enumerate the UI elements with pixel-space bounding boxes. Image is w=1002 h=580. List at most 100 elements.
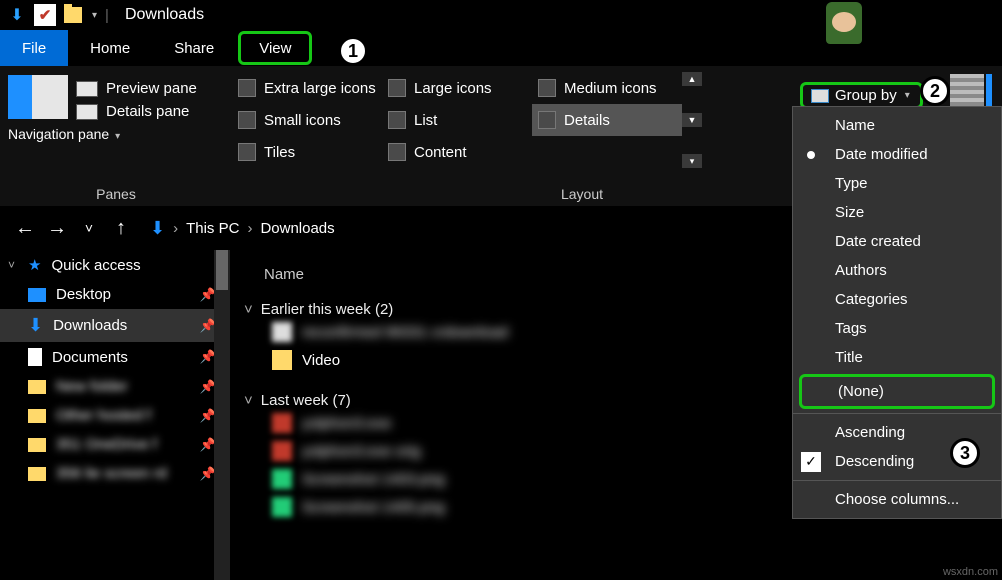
- radio-selected-icon: [807, 151, 815, 159]
- qat-icon[interactable]: ✔: [34, 4, 56, 26]
- group-by-tags[interactable]: Tags: [793, 314, 1001, 343]
- layout-large-icons[interactable]: Large icons: [382, 72, 532, 104]
- layout-scroll-down[interactable]: ▼: [682, 113, 702, 127]
- sidebar-item[interactable]: 356 lie screen rd📌: [0, 459, 230, 488]
- layout-content[interactable]: Content: [382, 136, 532, 168]
- annotation-2: 2: [920, 76, 950, 106]
- sidebar-item[interactable]: 351 OneDrive f📌: [0, 430, 230, 459]
- preview-pane-icon: [76, 81, 98, 97]
- file-icon: [272, 469, 292, 489]
- checkmark-icon: ✓: [801, 452, 821, 472]
- recent-locations-button[interactable]: ˅: [78, 220, 100, 236]
- layout-xl-icons[interactable]: Extra large icons: [232, 72, 382, 104]
- annotation-1: 1: [338, 36, 368, 66]
- chevron-down-icon: ▾: [905, 90, 910, 101]
- group-by-button[interactable]: Group by ▾: [800, 82, 923, 109]
- medium-icons-icon: [538, 79, 556, 97]
- back-button[interactable]: ←: [14, 217, 36, 240]
- chevron-right-icon: ›: [247, 220, 252, 237]
- group-by-choose-columns[interactable]: Choose columns...: [793, 485, 1001, 514]
- window-title: Downloads: [125, 6, 204, 24]
- tab-view[interactable]: View: [238, 31, 312, 65]
- layout-tiles[interactable]: Tiles: [232, 136, 382, 168]
- sidebar-scrollbar[interactable]: [214, 250, 230, 580]
- qat-dropdown-icon[interactable]: ▾: [92, 10, 97, 21]
- details-icon: [538, 111, 556, 129]
- content-icon: [388, 143, 406, 161]
- layout-small-icons[interactable]: Small icons: [232, 104, 382, 136]
- tiles-icon: [238, 143, 256, 161]
- small-icons-icon: [238, 111, 256, 129]
- document-icon: [28, 348, 42, 366]
- preview-pane-button[interactable]: Preview pane: [76, 80, 224, 97]
- scrollbar-thumb[interactable]: [216, 250, 228, 290]
- details-pane-icon: [76, 104, 98, 120]
- list-icon: [388, 111, 406, 129]
- folder-icon: [272, 350, 292, 370]
- chevron-down-icon: ˅: [244, 392, 253, 409]
- panes-group-label: Panes: [8, 186, 224, 206]
- group-by-categories[interactable]: Categories: [793, 285, 1001, 314]
- group-by-name[interactable]: Name: [793, 111, 1001, 140]
- tab-share[interactable]: Share: [152, 30, 236, 66]
- up-button[interactable]: ↑: [110, 217, 132, 240]
- download-arrow-icon: ⬇: [150, 218, 165, 239]
- group-by-size[interactable]: Size: [793, 198, 1001, 227]
- chevron-right-icon: ›: [173, 220, 178, 237]
- large-icons-icon: [388, 79, 406, 97]
- file-icon: [272, 322, 292, 342]
- ribbon-group-panes: Preview pane Details pane Navigation pan…: [0, 66, 232, 206]
- chevron-down-icon: ▾: [115, 131, 120, 142]
- file-icon: [272, 497, 292, 517]
- folder-icon: [28, 380, 46, 394]
- xl-icons-icon: [238, 79, 256, 97]
- group-by-none[interactable]: (None): [799, 374, 995, 409]
- tab-home[interactable]: Home: [68, 30, 152, 66]
- navigation-pane-icon: [8, 75, 68, 119]
- menu-separator: [793, 413, 1001, 414]
- download-arrow-icon: ⬇: [10, 5, 23, 25]
- star-icon: ★: [28, 256, 41, 274]
- layout-medium-icons[interactable]: Medium icons: [532, 72, 682, 104]
- file-icon: [272, 441, 292, 461]
- folder-icon: [28, 409, 46, 423]
- quick-folder-icon[interactable]: [62, 4, 84, 26]
- folder-icon: [28, 438, 46, 452]
- chevron-down-icon: ˅: [244, 301, 253, 318]
- breadcrumb-downloads[interactable]: Downloads: [260, 220, 334, 237]
- watermark: wsxdn.com: [943, 566, 998, 578]
- download-arrow-icon: ⬇: [28, 315, 43, 336]
- layout-expand[interactable]: ▾: [682, 154, 702, 168]
- sidebar-quick-access[interactable]: ˅★Quick access: [0, 250, 230, 280]
- sidebar-documents[interactable]: Documents📌: [0, 342, 230, 372]
- annotation-3: 3: [950, 438, 980, 468]
- breadcrumb-this-pc[interactable]: This PC: [186, 220, 239, 237]
- sidebar-desktop[interactable]: Desktop📌: [0, 280, 230, 309]
- layout-scroll-up[interactable]: ▲: [682, 72, 702, 86]
- navigation-pane-button[interactable]: Navigation pane ▾: [8, 126, 224, 142]
- desktop-icon: [28, 288, 46, 302]
- avatar-icon: [826, 2, 862, 44]
- group-by-date-modified[interactable]: Date modified: [793, 140, 1001, 169]
- file-icon: [272, 413, 292, 433]
- sidebar-downloads[interactable]: ⬇Downloads📌: [0, 309, 230, 342]
- navigation-pane: ˅★Quick access Desktop📌 ⬇Downloads📌 Docu…: [0, 250, 230, 580]
- group-by-icon: [811, 89, 829, 103]
- group-by-authors[interactable]: Authors: [793, 256, 1001, 285]
- layout-details[interactable]: Details: [532, 104, 682, 136]
- breadcrumb[interactable]: ⬇ › This PC › Downloads: [150, 218, 335, 239]
- sidebar-item[interactable]: Other hosted f📌: [0, 401, 230, 430]
- forward-button[interactable]: →: [46, 217, 68, 240]
- tab-file[interactable]: File: [0, 30, 68, 66]
- layout-list[interactable]: List: [382, 104, 532, 136]
- sidebar-item[interactable]: New folder📌: [0, 372, 230, 401]
- folder-icon: [28, 467, 46, 481]
- app-icon: ⬇: [6, 4, 28, 26]
- group-by-date-created[interactable]: Date created: [793, 227, 1001, 256]
- chevron-down-icon: ˅: [8, 258, 15, 272]
- group-by-title[interactable]: Title: [793, 343, 1001, 372]
- details-pane-button[interactable]: Details pane: [76, 103, 224, 120]
- group-by-type[interactable]: Type: [793, 169, 1001, 198]
- menu-separator: [793, 480, 1001, 481]
- divider: |: [105, 7, 109, 24]
